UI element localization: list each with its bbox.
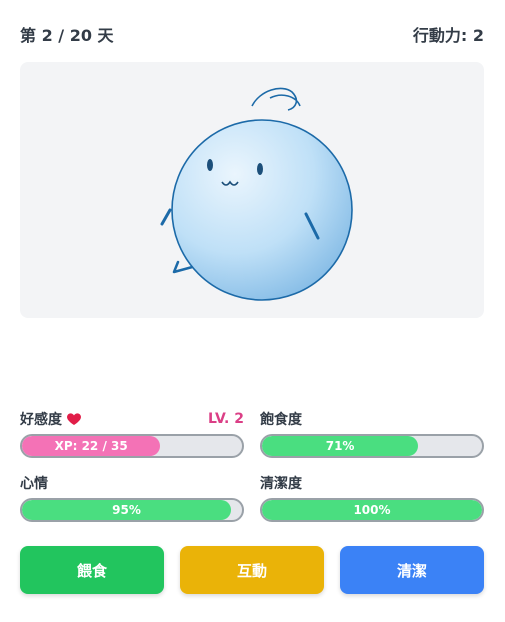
cleanliness-stat: 清潔度 100% — [260, 472, 484, 522]
interact-button[interactable]: 互動 — [180, 546, 324, 594]
satiety-stat: 飽食度 71% — [260, 408, 484, 458]
heart-icon — [66, 412, 82, 426]
action-points: 行動力: 2 — [412, 26, 484, 45]
affection-label: 好感度 — [20, 412, 62, 428]
pet-eye-right — [257, 163, 263, 175]
cleanliness-label: 清潔度 — [260, 476, 302, 492]
pet-eye-left — [207, 159, 213, 171]
action-buttons: 餵食 互動 清潔 — [20, 546, 484, 594]
cleanliness-bar: 100% — [260, 498, 484, 522]
day-counter: 第 2 / 20 天 — [20, 26, 114, 45]
mood-stat: 心情 95% — [20, 472, 244, 522]
pet-character[interactable] — [20, 62, 484, 318]
satiety-value: 71% — [325, 439, 355, 453]
cleanliness-value: 100% — [353, 503, 391, 517]
affection-level: LV. 2 — [208, 411, 244, 427]
status-header: 第 2 / 20 天 行動力: 2 — [20, 22, 484, 46]
feed-button[interactable]: 餵食 — [20, 546, 164, 594]
antenna — [251, 87, 301, 111]
mood-value: 95% — [112, 503, 141, 517]
pet-body — [171, 119, 353, 301]
clean-button[interactable]: 清潔 — [340, 546, 484, 594]
affection-xp-text: XP: 22 / 35 — [54, 439, 128, 453]
affection-bar: XP: 22 / 35 — [20, 434, 244, 458]
mood-bar: 95% — [20, 498, 244, 522]
satiety-bar: 71% — [260, 434, 484, 458]
satiety-label: 飽食度 — [260, 412, 302, 428]
pet-stage[interactable] — [20, 62, 484, 318]
mood-label: 心情 — [20, 476, 48, 492]
affection-stat: 好感度 LV. 2 XP: 22 / 35 — [20, 408, 244, 458]
